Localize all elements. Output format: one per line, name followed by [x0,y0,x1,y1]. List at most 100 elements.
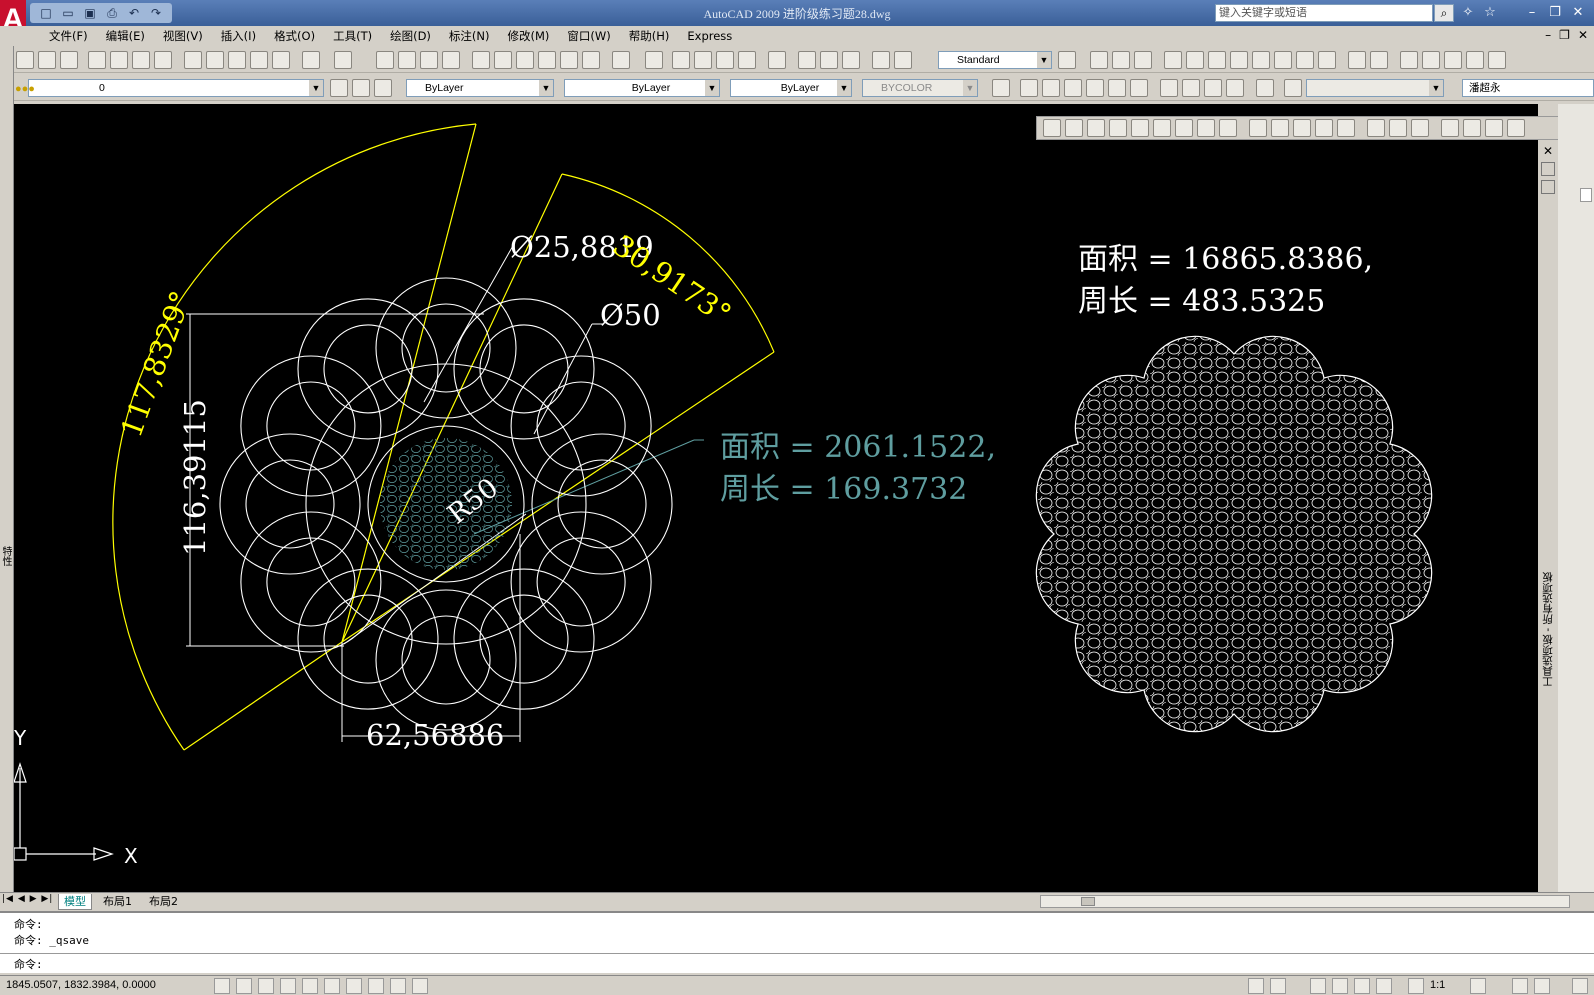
extrude-icon[interactable] [1249,119,1267,137]
small-perimeter-label[interactable]: 周长 = 169.3732 [720,464,967,508]
chevron-down-icon[interactable]: ▼ [705,80,719,96]
camera-icon[interactable] [1256,79,1274,97]
snap-icon[interactable] [214,978,230,994]
front-view-icon[interactable] [1108,79,1126,97]
ring-loop-outer[interactable] [375,589,517,731]
search-input[interactable]: 键入关键字或短语 [1215,4,1433,22]
intersect-icon[interactable] [1134,51,1152,69]
menu-view[interactable]: 视图(V) [154,26,212,46]
wedge-icon[interactable] [1065,119,1083,137]
3d-array-icon[interactable] [1507,119,1525,137]
visual-style-2d-icon[interactable] [672,51,690,69]
ring-loop-outer[interactable] [510,355,652,497]
diameter-large-label[interactable]: Ø50 [600,298,661,332]
chevron-down-icon[interactable]: ▼ [539,80,553,96]
steering-wheel-icon[interactable] [1354,978,1370,994]
angle-dimension-large[interactable] [112,123,477,751]
chevron-down-icon[interactable]: ▼ [1429,80,1443,96]
horizontal-scrollbar[interactable] [1040,895,1570,908]
design-center-icon[interactable] [494,51,512,69]
annotation-scale[interactable]: 1:1 [1430,979,1445,991]
copy-icon[interactable] [206,51,224,69]
new-icon[interactable] [16,51,34,69]
top-view-icon[interactable] [1020,79,1038,97]
subtract-icon[interactable] [1112,51,1130,69]
horizontal-scroll-thumb[interactable] [1081,897,1095,906]
union-icon[interactable] [1367,119,1385,137]
arc-tool-icon[interactable] [798,51,816,69]
menu-tools[interactable]: 工具(T) [324,26,381,46]
chevron-down-icon[interactable]: ▼ [309,80,323,96]
clean-screen-icon[interactable] [1572,978,1588,994]
horizontal-dimension-label[interactable]: 62,56886 [366,718,504,752]
layer-manager-icon[interactable] [374,79,392,97]
sheet-set-icon[interactable] [538,51,556,69]
revolve-icon[interactable] [1315,119,1333,137]
palette-close-icon[interactable]: ✕ [1541,144,1555,158]
arc-tool-2-icon[interactable] [820,51,838,69]
menu-draw[interactable]: 绘图(D) [381,26,440,46]
union-icon[interactable] [1090,51,1108,69]
markup-icon[interactable] [560,51,578,69]
bottom-view-icon[interactable] [1042,79,1060,97]
save-icon[interactable] [60,51,78,69]
ne-iso-icon[interactable] [1204,79,1222,97]
text-input-field[interactable]: 潘超永 [1462,79,1594,97]
ducs-icon[interactable] [346,978,362,994]
linetype-select[interactable]: ByLayer ▼ [564,79,720,97]
flower-hatch-shape[interactable] [1014,314,1454,754]
search-icon[interactable]: ⌕ [1434,4,1454,22]
ring-loop-outer[interactable] [453,298,595,440]
block-editor-icon[interactable] [272,51,290,69]
lineweight-select[interactable]: ByLayer ▼ [730,79,852,97]
vertical-scrollbar[interactable] [1558,104,1594,892]
ring-loop-outer[interactable] [453,568,595,710]
tab-model[interactable]: 模型 [58,894,92,910]
subtract-icon[interactable] [1389,119,1407,137]
make-layer-current-icon[interactable] [330,79,348,97]
loft-icon[interactable] [1337,119,1355,137]
polar-icon[interactable] [280,978,296,994]
layer-previous-icon[interactable] [352,79,370,97]
3d-move-icon[interactable] [1441,119,1459,137]
minimize-icon[interactable]: – [1522,4,1542,22]
annotation-scale-icon[interactable] [1408,978,1424,994]
color-select[interactable]: ByLayer ▼ [406,79,554,97]
ring-loop-inner[interactable] [536,381,626,471]
communication-icon[interactable]: ✧ [1458,4,1478,22]
view-manager-icon[interactable] [1284,79,1302,97]
named-views-icon[interactable] [645,51,663,69]
ucs-icon[interactable] [992,79,1010,97]
box-icon[interactable] [1043,119,1061,137]
tab-navigation-icon[interactable]: |◀ ◀ ▶ ▶| [2,894,53,904]
zoom-previous-icon[interactable] [442,51,460,69]
tangent-tool-2-icon[interactable] [894,51,912,69]
right-view-icon[interactable] [1086,79,1104,97]
check-icon[interactable] [1444,51,1462,69]
sphere-icon[interactable] [1109,119,1127,137]
restore-icon[interactable]: ❐ [1545,4,1565,22]
cut-icon[interactable] [184,51,202,69]
text-style-manager-icon[interactable] [1058,51,1076,69]
arc-tool-3-icon[interactable] [842,51,860,69]
offset-faces-icon[interactable] [1208,51,1226,69]
copy-faces-icon[interactable] [1296,51,1314,69]
publish-icon[interactable] [132,51,150,69]
layout-icon[interactable] [1270,978,1286,994]
palette-properties-icon[interactable] [1541,180,1555,194]
left-view-icon[interactable] [1064,79,1082,97]
ring-loop-outer[interactable] [531,433,673,575]
properties-icon[interactable] [472,51,490,69]
ring-loop-outer[interactable] [240,355,382,497]
solid-edit-2-icon[interactable] [1488,51,1506,69]
taper-faces-icon[interactable] [1274,51,1292,69]
view-select[interactable]: ▼ [1306,79,1444,97]
intersect-icon[interactable] [1411,119,1429,137]
coordinate-readout[interactable]: 1845.0507, 1832.3984, 0.0000 [6,979,156,991]
showmotion-icon[interactable] [1376,978,1392,994]
menu-format[interactable]: 格式(O) [265,26,324,46]
menu-express[interactable]: Express [678,26,741,46]
helix-icon[interactable] [1197,119,1215,137]
shell-icon[interactable] [1422,51,1440,69]
sw-iso-icon[interactable] [1160,79,1178,97]
